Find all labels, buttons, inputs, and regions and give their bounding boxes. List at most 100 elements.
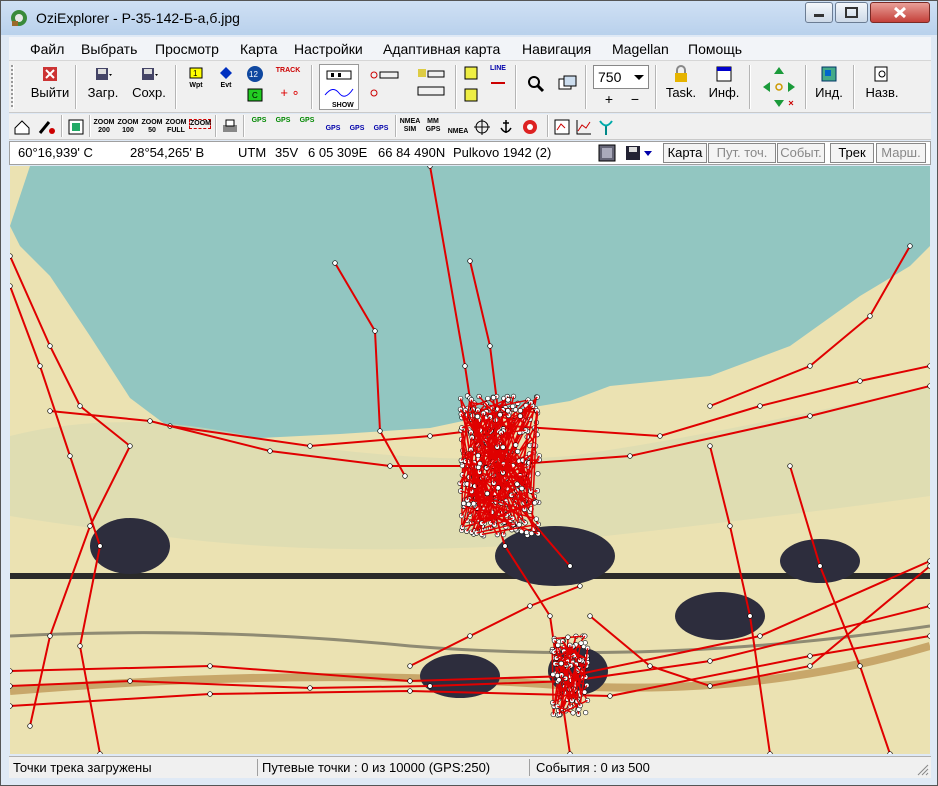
track-point <box>387 463 393 469</box>
zoom-100-button[interactable]: ZOOM 100 <box>117 119 139 135</box>
exit-button[interactable]: Выйти <box>29 65 71 100</box>
task-button[interactable]: Task. <box>661 65 701 100</box>
index-label: Инд. <box>815 85 843 100</box>
track-point <box>587 613 593 619</box>
zoom-200-button[interactable]: ZOOM 200 <box>93 119 115 135</box>
wpt-show-button[interactable] <box>367 67 401 104</box>
crosshair-icon[interactable] <box>473 118 491 136</box>
menu-view[interactable]: Просмотр <box>155 41 219 57</box>
zoom-full-button[interactable]: ZOOM FULL <box>165 119 187 135</box>
route-show-button[interactable] <box>413 67 447 104</box>
gps-upload-button-1[interactable]: GPS <box>323 125 343 133</box>
track-point <box>535 471 541 477</box>
print-icon[interactable] <box>221 118 239 136</box>
track-point <box>707 683 713 689</box>
track-point <box>514 481 520 487</box>
index-button[interactable]: Инд. <box>811 65 847 100</box>
waypoint-status: Путевые точки : 0 из 10000 (GPS:250) <box>262 760 491 775</box>
event-status: События : 0 из 500 <box>536 760 650 775</box>
position-bar: 60°16,939' С 28°54,265' В UTM 35V 6 05 3… <box>9 141 931 165</box>
gps-button-1[interactable]: GPS <box>249 117 269 125</box>
track-point <box>747 613 753 619</box>
route-tab[interactable]: Марш. <box>876 143 926 163</box>
name-button[interactable]: Назв. <box>861 65 903 100</box>
track-point <box>466 501 472 507</box>
toolbar-separator <box>805 65 807 109</box>
minimize-button[interactable] <box>805 2 833 23</box>
track-point <box>47 343 53 349</box>
waypoints-tab[interactable]: Пут. точ. <box>708 143 776 163</box>
gps-upload-button-3[interactable]: GPS <box>371 125 391 133</box>
track-label: TRACK <box>275 67 301 74</box>
window-view-button[interactable] <box>557 75 579 96</box>
line-button[interactable]: LINE <box>487 65 509 96</box>
track-point <box>515 448 521 455</box>
numbered-wpt-button[interactable]: 12 <box>245 65 265 86</box>
track-point <box>582 689 588 695</box>
home-icon[interactable] <box>13 118 31 136</box>
track-point <box>402 473 408 479</box>
green-c-button[interactable]: C <box>245 88 265 105</box>
nmea-sim-button[interactable]: NMEA SIM <box>399 118 421 134</box>
events-tab[interactable]: Событ. <box>777 143 825 163</box>
evt-button[interactable]: Evt <box>215 67 237 90</box>
longitude: 28°54,265' В <box>130 145 205 160</box>
track-point <box>647 663 653 669</box>
map-list-button[interactable] <box>461 65 483 108</box>
chart-window-icon[interactable] <box>553 118 571 136</box>
menu-select[interactable]: Выбрать <box>81 41 137 57</box>
gps-upload-button-2[interactable]: GPS <box>347 125 367 133</box>
load-button[interactable]: Загр. <box>83 65 123 100</box>
graph-icon[interactable] <box>575 118 593 136</box>
map-tab[interactable]: Карта <box>663 143 707 163</box>
maximize-button[interactable] <box>835 2 868 23</box>
track-point <box>407 663 413 669</box>
zoom-50-button[interactable]: ZOOM 50 <box>141 119 163 135</box>
save-button[interactable]: Сохр. <box>129 65 169 100</box>
nmea-button[interactable]: NMEA <box>447 128 469 136</box>
close-button[interactable] <box>870 2 930 23</box>
map-image-icon[interactable] <box>598 144 616 162</box>
title-bar: OziExplorer - P-35-142-Б-а,б.jpg <box>1 1 937 35</box>
find-button[interactable] <box>525 75 547 96</box>
zoom-in-button[interactable]: + <box>601 91 617 107</box>
show-track-toggle[interactable]: SHOW <box>319 64 359 110</box>
gps-button-3[interactable]: GPS <box>297 117 317 125</box>
track-tab[interactable]: Трек <box>830 143 874 163</box>
menu-help[interactable]: Помощь <box>688 41 742 57</box>
load-label: Загр. <box>87 85 119 100</box>
track-point-button[interactable]: + ∘ <box>275 85 305 101</box>
menu-navigation[interactable]: Навигация <box>522 41 591 57</box>
menu-map[interactable]: Карта <box>240 41 277 57</box>
menu-file[interactable]: Файл <box>30 41 64 57</box>
info-button[interactable]: Инф. <box>705 65 743 100</box>
zoom-out-button[interactable]: − <box>627 91 643 107</box>
mm-gps-button[interactable]: MM GPS <box>423 118 443 134</box>
map-select-icon[interactable] <box>67 118 85 136</box>
tools-icon[interactable] <box>37 118 57 136</box>
gps-button-2[interactable]: GPS <box>273 117 293 125</box>
track-point <box>857 663 863 669</box>
lock-icon <box>675 65 687 82</box>
anchor-icon[interactable] <box>497 118 515 136</box>
exit-icon <box>43 67 57 81</box>
menu-settings[interactable]: Настройки <box>294 41 363 57</box>
building <box>495 526 615 586</box>
menu-adaptive-map[interactable]: Адаптивная карта <box>383 41 500 57</box>
antenna-icon[interactable] <box>597 118 615 136</box>
save-dropdown-icon[interactable] <box>624 144 656 162</box>
menu-magellan[interactable]: Magellan <box>612 41 669 57</box>
pan-control[interactable] <box>761 65 797 112</box>
track-point <box>461 500 467 506</box>
track-point <box>462 363 468 369</box>
datum: Pulkovo 1942 (2) <box>453 145 552 160</box>
wpt-button[interactable]: 1 Wpt <box>185 67 207 90</box>
toolbar-grip[interactable] <box>11 65 14 109</box>
zoom-box-button[interactable]: ZOOM <box>189 119 211 129</box>
map-canvas[interactable] <box>10 166 930 754</box>
resize-grip-icon[interactable] <box>915 762 929 776</box>
zoom-select[interactable]: 750 <box>593 65 649 89</box>
lifebuoy-icon[interactable] <box>521 118 539 136</box>
menu-bar: Файл Выбрать Просмотр Карта Настройки Ад… <box>9 37 931 61</box>
track-button[interactable]: TRACK <box>273 67 303 75</box>
